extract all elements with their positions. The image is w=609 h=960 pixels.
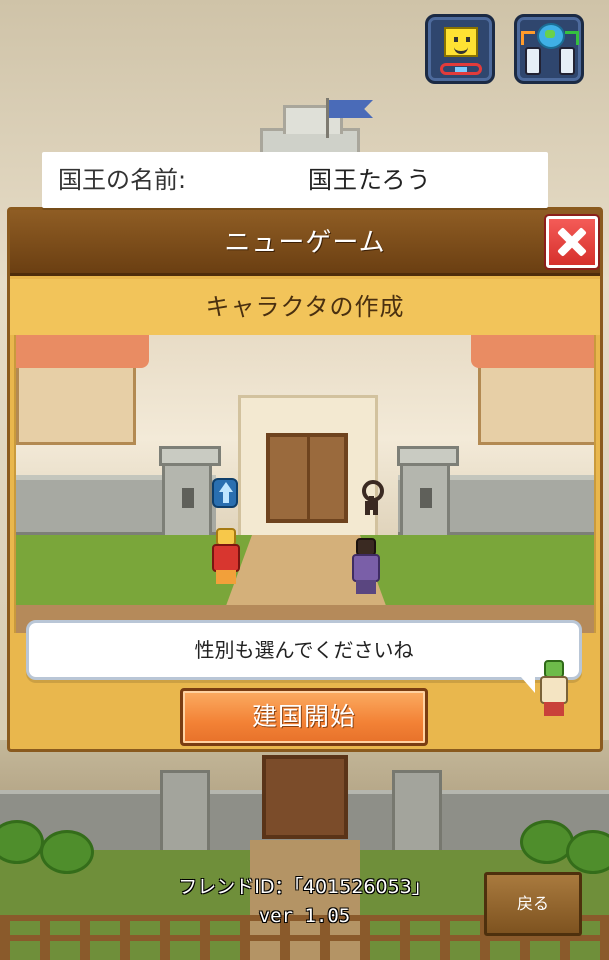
king-name-value[interactable]: 国王たろう (308, 152, 432, 208)
back-button[interactable]: 戻る (484, 872, 582, 936)
start-kingdom-button[interactable]: 建国開始 (180, 688, 428, 746)
castle-tower-right (392, 770, 442, 860)
phone-icon (559, 47, 575, 75)
account-link-button[interactable] (425, 14, 495, 84)
scene-tower-left (159, 446, 221, 545)
castle-tower-left (160, 770, 210, 860)
king-name-label: 国王の名前: (58, 166, 187, 194)
guide-character (536, 660, 570, 716)
data-transfer-button[interactable] (514, 14, 584, 84)
king-character[interactable] (208, 528, 242, 584)
female-gender-icon[interactable] (360, 480, 384, 512)
house (16, 335, 149, 445)
male-gender-icon[interactable] (212, 478, 238, 508)
flagpole (326, 98, 329, 138)
guide-speech-bubble: 性別も選んでくださいね (26, 620, 582, 693)
arrow-right-icon (565, 31, 579, 45)
phone-icon (525, 47, 541, 75)
bush (40, 830, 94, 874)
house (471, 335, 594, 445)
character-scene (14, 335, 596, 633)
queen-character[interactable] (348, 538, 382, 594)
dialog-subheader: キャラクタの作成 (10, 279, 600, 335)
close-button[interactable] (546, 216, 598, 268)
speech-text: 性別も選んでくださいね (194, 638, 414, 662)
globe-icon (537, 23, 565, 49)
arrow-left-icon (521, 31, 535, 45)
start-kingdom-label: 建国開始 (251, 702, 356, 731)
dialog-title: ニューゲーム (224, 228, 386, 258)
dialog-header: ニューゲーム (10, 210, 600, 276)
dialog-subtitle: キャラクタの作成 (205, 293, 405, 321)
scene-tower-right (397, 446, 459, 545)
chain-icon (440, 63, 482, 75)
castle-gate (262, 755, 348, 839)
castle-door (266, 433, 348, 523)
smile-icon (444, 27, 478, 57)
king-name-field[interactable]: 国王の名前: 国王たろう (42, 152, 548, 208)
back-label: 戻る (516, 894, 549, 913)
